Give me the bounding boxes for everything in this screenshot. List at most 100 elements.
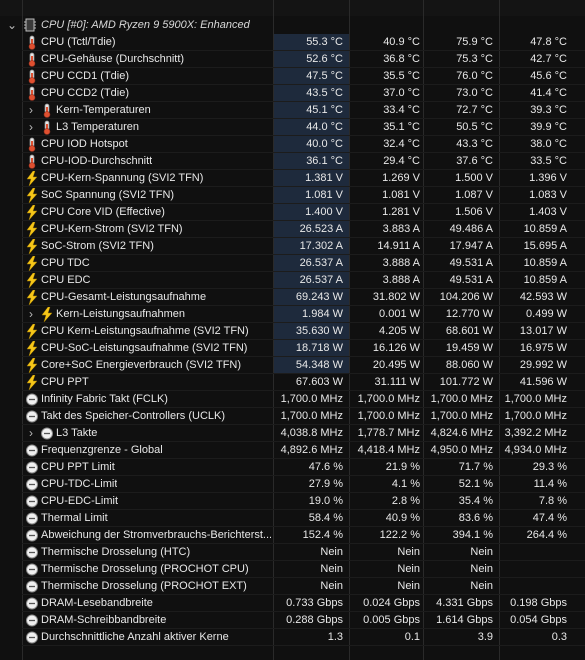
top-band [0, 0, 585, 16]
clock-icon [25, 460, 39, 475]
sensor-row[interactable]: Thermische Drosselung (PROCHOT CPU) Nein N… [0, 561, 585, 578]
average-value: 7.8 % [538, 495, 567, 507]
lightning-icon [25, 221, 39, 238]
sensor-label: Thermal Limit [41, 512, 108, 524]
current-value: 43.5 °C [306, 87, 343, 99]
minimum-value: Nein [397, 546, 420, 558]
sensor-label: CPU-Gehäuse (Durchschnitt) [41, 53, 185, 65]
average-value: 0.3 [551, 631, 567, 643]
lightning-icon [25, 238, 39, 255]
sensor-row[interactable]: CPU-Kern-Strom (SVI2 TFN) 26.523 A 3.883 A… [0, 221, 585, 238]
sensor-row[interactable]: CPU-Gesamt-Leistungsaufnahme 69.243 W 31.8… [0, 289, 585, 306]
average-value: 10.859 A [523, 223, 567, 235]
sensor-row[interactable]: Infinity Fabric Takt (FCLK) 1,700.0 MHz 1,… [0, 391, 585, 408]
lightning-icon [25, 204, 39, 221]
lightning-icon [25, 340, 39, 357]
sensor-row[interactable]: Thermal Limit 58.4 % 40.9 % 83.6 % 47.4 % [0, 510, 585, 527]
sensor-row[interactable]: SoC Spannung (SVI2 TFN) 1.081 V 1.081 V 1.0… [0, 187, 585, 204]
current-value: 18.718 W [295, 342, 343, 354]
sensor-row[interactable]: CPU (Tctl/Tdie) 55.3 °C 40.9 °C 75.9 °C 47.8… [0, 34, 585, 51]
sensor-row[interactable]: CPU-Gehäuse (Durchschnitt) 52.6 °C 36.8 °C… [0, 51, 585, 68]
lightning-icon [25, 187, 39, 204]
sensor-label: CPU CCD2 (Tdie) [41, 87, 130, 99]
chevron-right-icon[interactable]: › [26, 308, 36, 320]
sensor-row[interactable]: CPU-SoC-Leistungsaufnahme (SVI2 TFN) 18.7… [0, 340, 585, 357]
sensor-row[interactable]: › L3 Takte 4,038.8 MHz 1,778.7 MHz 4,824.6 M… [0, 425, 585, 442]
sensor-row[interactable]: Frequenzgrenze - Global 4,892.6 MHz 4,418.… [0, 442, 585, 459]
sensor-label: DRAM-Lesebandbreite [41, 597, 153, 609]
sensor-row[interactable]: Durchschnittliche Anzahl aktiver Kerne 1.… [0, 629, 585, 646]
maximum-value: 3.9 [477, 631, 493, 643]
sensor-label: Abweichung der Stromverbrauchs-Berichter… [41, 529, 271, 541]
chevron-right-icon[interactable]: › [26, 104, 36, 116]
cpu-chip-icon [24, 18, 36, 32]
sensor-row[interactable]: › Kern-Leistungsaufnahmen 1.984 W 0.001 W 12… [0, 306, 585, 323]
sensor-row[interactable]: Abweichung der Stromverbrauchs-Berichter… [0, 527, 585, 544]
chevron-right-icon[interactable]: › [26, 427, 36, 439]
sensor-row[interactable]: DRAM-Schreibbandbreite 0.288 Gbps 0.005 Gb… [0, 612, 585, 629]
sensor-row[interactable]: CPU Core VID (Effective) 1.400 V 1.281 V 1.… [0, 204, 585, 221]
average-value: 38.0 °C [530, 138, 567, 150]
chevron-right-icon[interactable]: › [26, 121, 36, 133]
sensor-label: CPU-Kern-Strom (SVI2 TFN) [41, 223, 183, 235]
sensor-row[interactable]: CPU IOD Hotspot 40.0 °C 32.4 °C 43.3 °C 38.0… [0, 136, 585, 153]
current-value: 1,700.0 MHz [280, 410, 343, 422]
minimum-value: Nein [397, 580, 420, 592]
sensor-label: CPU Core VID (Effective) [41, 206, 165, 218]
sensor-row[interactable]: CPU Kern-Leistungsaufnahme (SVI2 TFN) 35.… [0, 323, 585, 340]
maximum-value: 75.9 °C [456, 36, 493, 48]
current-value: 47.5 °C [306, 70, 343, 82]
maximum-value: 68.601 W [445, 325, 493, 337]
sensor-row[interactable]: › L3 Temperaturen 44.0 °C 35.1 °C 50.5 °C 39.… [0, 119, 585, 136]
sensor-group-header[interactable]: ⌄ CPU [#0]: AMD Ryzen 9 5900X: Enhanced [0, 17, 585, 34]
current-value: 69.243 W [295, 291, 343, 303]
current-value: 26.537 A [299, 257, 343, 269]
average-value: 39.3 °C [530, 104, 567, 116]
sensor-label: CPU TDC [41, 257, 90, 269]
sensor-label: Takt des Speicher-Controllers (UCLK) [41, 410, 226, 422]
current-value: 26.537 A [299, 274, 343, 286]
chevron-down-icon[interactable]: ⌄ [7, 19, 17, 31]
sensor-row[interactable]: CPU EDC 26.537 A 3.888 A 49.531 A 10.859 A [0, 272, 585, 289]
maximum-value: 37.6 °C [456, 155, 493, 167]
minimum-value: 3.888 A [382, 274, 420, 286]
sensor-row[interactable]: CPU PPT 67.603 W 31.111 W 101.772 W 41.596 W [0, 374, 585, 391]
sensor-row[interactable]: SoC-Strom (SVI2 TFN) 17.302 A 14.911 A 17.9… [0, 238, 585, 255]
maximum-value: 17.947 A [449, 240, 493, 252]
sensor-row[interactable]: › Kern-Temperaturen 45.1 °C 33.4 °C 72.7 °C 3… [0, 102, 585, 119]
average-value: 39.9 °C [530, 121, 567, 133]
minimum-value: 20.495 W [372, 359, 420, 371]
sensor-row[interactable]: Core+SoC Energieverbrauch (SVI2 TFN) 54.3… [0, 357, 585, 374]
sensor-row[interactable]: CPU PPT Limit 47.6 % 21.9 % 71.7 % 29.3 % [0, 459, 585, 476]
average-value: 16.975 W [519, 342, 567, 354]
sensor-row[interactable]: Thermische Drosselung (PROCHOT EXT) Nein N… [0, 578, 585, 595]
minimum-value: 40.9 % [385, 512, 420, 524]
minimum-value: 35.1 °C [383, 121, 420, 133]
sensor-label: Frequenzgrenze - Global [41, 444, 163, 456]
sensor-row[interactable]: DRAM-Lesebandbreite 0.733 Gbps 0.024 Gbps 4… [0, 595, 585, 612]
sensor-row[interactable]: Takt des Speicher-Controllers (UCLK) 1,70… [0, 408, 585, 425]
sensor-row[interactable]: CPU-IOD-Durchschnitt 36.1 °C 29.4 °C 37.6 °… [0, 153, 585, 170]
clock-icon [25, 613, 39, 628]
average-value: 1,700.0 MHz [504, 393, 567, 405]
sensor-row[interactable]: CPU TDC 26.537 A 3.888 A 49.531 A 10.859 A [0, 255, 585, 272]
minimum-value: 31.111 W [374, 376, 420, 388]
sensor-row[interactable]: CPU-Kern-Spannung (SVI2 TFN) 1.381 V 1.269… [0, 170, 585, 187]
maximum-value: 43.3 °C [456, 138, 493, 150]
lightning-icon [40, 306, 54, 323]
sensor-row[interactable]: CPU CCD2 (Tdie) 43.5 °C 37.0 °C 73.0 °C 41.4… [0, 85, 585, 102]
sensor-row[interactable]: CPU CCD1 (Tdie) 47.5 °C 35.5 °C 76.0 °C 45.6… [0, 68, 585, 85]
thermometer-icon [25, 154, 39, 169]
thermometer-icon [40, 103, 54, 118]
sensor-row[interactable]: CPU-EDC-Limit 19.0 % 2.8 % 35.4 % 7.8 % [0, 493, 585, 510]
minimum-value: 0.1 [404, 631, 420, 643]
sensor-label: DRAM-Schreibbandbreite [41, 614, 167, 626]
sensor-row[interactable]: CPU-TDC-Limit 27.9 % 4.1 % 52.1 % 11.4 % [0, 476, 585, 493]
average-value: 42.593 W [519, 291, 567, 303]
maximum-value: 1.087 V [455, 189, 493, 201]
minimum-value: 4.1 % [391, 478, 420, 490]
sensor-label: Kern-Temperaturen [56, 104, 151, 116]
minimum-value: 32.4 °C [383, 138, 420, 150]
average-value: 47.8 °C [530, 36, 567, 48]
sensor-row[interactable]: Thermische Drosselung (HTC) Nein Nein Nein [0, 544, 585, 561]
